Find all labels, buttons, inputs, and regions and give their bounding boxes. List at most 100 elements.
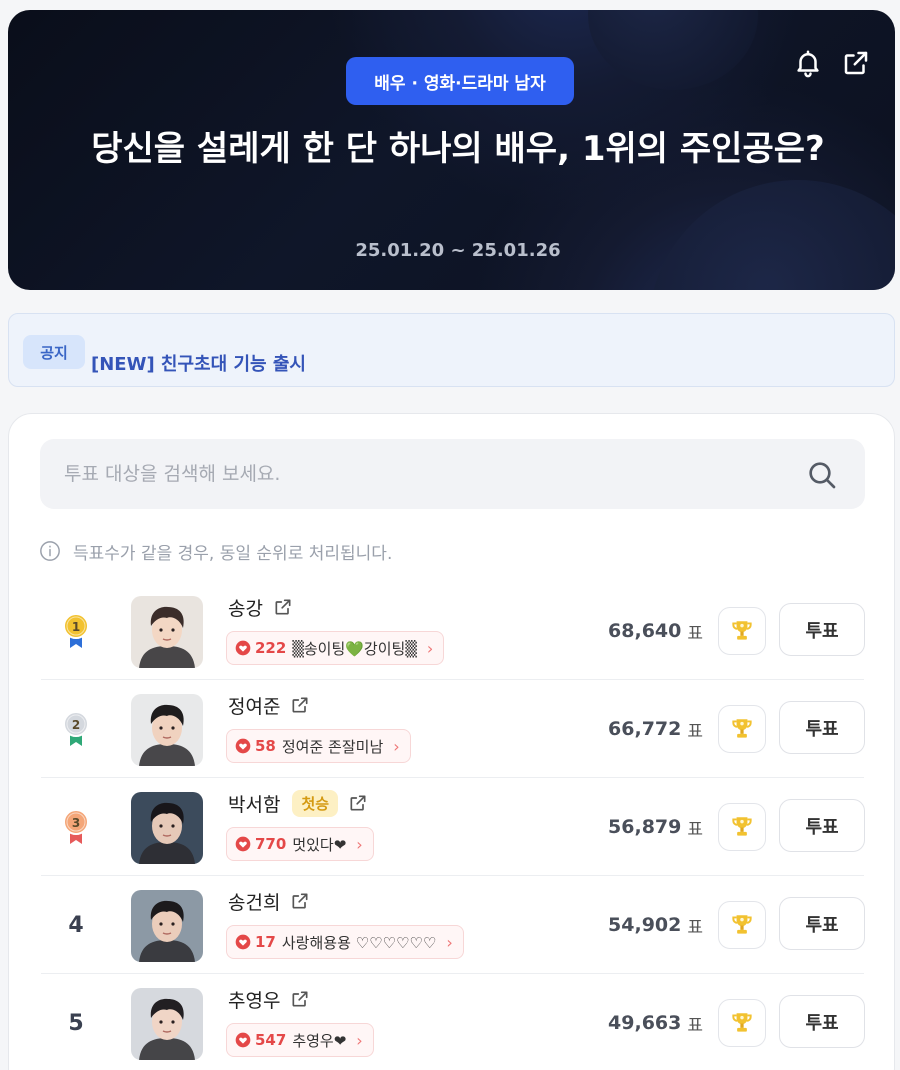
search-input[interactable] <box>64 439 784 509</box>
trophy-icon <box>732 621 752 640</box>
cheer-count: 547 <box>255 1031 287 1049</box>
name-line: 송강 <box>228 592 293 622</box>
cheer-message-button[interactable]: 547 추영우❤ › <box>226 1023 374 1057</box>
avatar-image <box>131 694 203 766</box>
vote-count-value: 49,663 <box>608 1012 682 1034</box>
candidate-name[interactable]: 송건희 <box>228 888 280 915</box>
external-link-icon[interactable] <box>290 891 310 911</box>
search-icon[interactable] <box>806 459 838 491</box>
decorative-orb <box>648 180 895 290</box>
candidate-row[interactable]: 2 정여준 58 정여준 존잘미남 › 66,772 표 투표 <box>41 680 865 778</box>
vote-count: 66,772 표 <box>581 680 703 778</box>
cheer-message: 멋있다❤ <box>292 835 347 854</box>
notice-bar[interactable]: 공지 [NEW] 친구초대 기능 출시 <box>8 313 895 387</box>
avatar[interactable] <box>131 694 203 766</box>
cheer-count: 770 <box>255 835 287 853</box>
share-icon[interactable] <box>841 48 871 78</box>
bell-icon[interactable] <box>793 48 823 78</box>
cheer-count: 17 <box>255 933 276 951</box>
search-box[interactable] <box>40 439 865 509</box>
trophy-button[interactable] <box>718 705 766 753</box>
avatar-image <box>131 792 203 864</box>
candidate-name[interactable]: 박서함 <box>228 790 280 817</box>
rank-cell: 1 <box>51 582 101 680</box>
cheer-message-button[interactable]: 770 멋있다❤ › <box>226 827 374 861</box>
cheer-message: 정여준 존잘미남 <box>281 737 384 756</box>
avatar[interactable] <box>131 890 203 962</box>
medal-rank: 2 <box>72 718 80 732</box>
candidate-row[interactable]: 1 송강 222 ▒송이팅💚강이팅▒ › 68,640 표 투표 <box>41 582 865 680</box>
vote-button[interactable]: 투표 <box>779 995 865 1048</box>
avatar-image <box>131 596 203 668</box>
candidate-row[interactable]: 3 박서함 첫승 770 멋있다❤ › 56,879 표 투표 <box>41 778 865 876</box>
cheer-message: 추영우❤ <box>292 1031 347 1050</box>
rank-number: 4 <box>68 912 84 938</box>
trophy-button[interactable] <box>718 901 766 949</box>
vote-unit: 표 <box>687 917 703 938</box>
vote-count-value: 66,772 <box>608 718 682 740</box>
chevron-right-icon: › <box>356 834 363 854</box>
vote-period: 25.01.20 ~ 25.01.26 <box>355 240 561 261</box>
candidate-row[interactable]: 4 송건희 17 사랑해용용 ♡♡♡♡♡♡ › 54,902 표 투표 <box>41 876 865 974</box>
name-line: 추영우 <box>228 984 310 1014</box>
avatar[interactable] <box>131 792 203 864</box>
cheer-message-button[interactable]: 17 사랑해용용 ♡♡♡♡♡♡ › <box>226 925 464 959</box>
trophy-button[interactable] <box>718 803 766 851</box>
chevron-right-icon: › <box>426 638 434 658</box>
rank-cell: 4 <box>51 876 101 974</box>
vote-button[interactable]: 투표 <box>779 897 865 950</box>
chevron-right-icon: › <box>446 932 453 952</box>
heart-icon <box>235 836 251 852</box>
rank-cell: 2 <box>51 680 101 778</box>
cheer-count: 222 <box>255 639 287 657</box>
name-line: 송건희 <box>228 886 310 916</box>
external-link-icon[interactable] <box>273 597 293 617</box>
notice-text[interactable]: [NEW] 친구초대 기능 출시 <box>91 350 306 376</box>
candidate-name[interactable]: 추영우 <box>228 986 280 1013</box>
page-title: 당신을 설레게 한 단 하나의 배우, 1위의 주인공은? <box>91 129 825 169</box>
hero-banner: 배우 · 영화·드라마 남자 당신을 설레게 한 단 하나의 배우, 1위의 주… <box>8 10 895 290</box>
bronze-medal-icon: 3 <box>63 809 89 844</box>
cheer-message: 사랑해용용 ♡♡♡♡♡♡ <box>281 933 437 952</box>
vote-button[interactable]: 투표 <box>779 701 865 754</box>
cheer-message-button[interactable]: 58 정여준 존잘미남 › <box>226 729 411 763</box>
cheer-message-button[interactable]: 222 ▒송이팅💚강이팅▒ › <box>226 631 445 665</box>
external-link-icon[interactable] <box>348 793 368 813</box>
trophy-button[interactable] <box>718 999 766 1047</box>
vote-button[interactable]: 투표 <box>779 603 865 656</box>
cheer-message: ▒송이팅💚강이팅▒ <box>292 639 417 658</box>
heart-icon <box>235 934 251 950</box>
avatar[interactable] <box>131 988 203 1060</box>
cheer-count: 58 <box>255 737 276 755</box>
gold-medal-icon: 1 <box>63 613 89 648</box>
info-icon <box>40 541 60 561</box>
trophy-icon <box>732 817 752 836</box>
external-link-icon[interactable] <box>290 989 310 1009</box>
name-line: 박서함 첫승 <box>228 788 368 818</box>
ranking-card: 득표수가 같을 경우, 동일 순위로 처리됩니다. 1 송강 222 ▒송이팅💚… <box>8 413 895 1070</box>
vote-unit: 표 <box>687 623 703 644</box>
tie-rule-text: 득표수가 같을 경우, 동일 순위로 처리됩니다. <box>73 543 393 564</box>
avatar-image <box>131 890 203 962</box>
trophy-icon <box>732 719 752 738</box>
chevron-right-icon: › <box>356 1030 363 1050</box>
trophy-icon <box>732 1013 752 1032</box>
notice-tag: 공지 <box>23 335 85 369</box>
vote-button[interactable]: 투표 <box>779 799 865 852</box>
vote-count: 49,663 표 <box>581 974 703 1070</box>
vote-count-value: 54,902 <box>608 914 682 936</box>
avatar[interactable] <box>131 596 203 668</box>
rank-number: 5 <box>68 1010 84 1036</box>
chevron-right-icon: › <box>393 736 400 756</box>
tie-rule-note: 득표수가 같을 경우, 동일 순위로 처리됩니다. <box>39 538 392 564</box>
external-link-icon[interactable] <box>290 695 310 715</box>
candidate-name[interactable]: 정여준 <box>228 692 280 719</box>
heart-icon <box>235 738 251 754</box>
vote-unit: 표 <box>687 819 703 840</box>
candidate-name[interactable]: 송강 <box>228 594 263 621</box>
decorative-orb <box>588 10 758 90</box>
heart-icon <box>235 1032 251 1048</box>
trophy-button[interactable] <box>718 607 766 655</box>
candidate-row[interactable]: 5 추영우 547 추영우❤ › 49,663 표 투표 <box>41 974 865 1070</box>
heart-icon <box>235 640 251 656</box>
